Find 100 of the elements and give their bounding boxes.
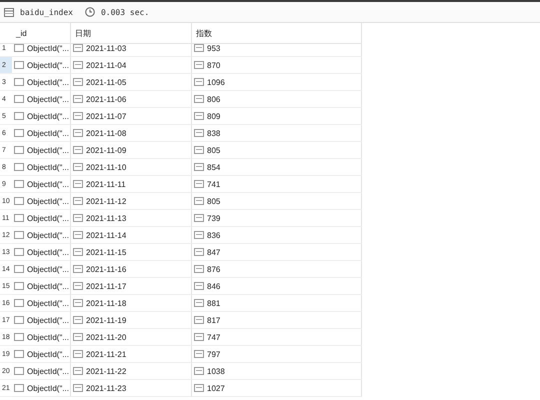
table-cell: ObjectId("... bbox=[27, 146, 69, 154]
table-cell: 2021-11-17 bbox=[86, 282, 126, 290]
field-type-icon bbox=[73, 248, 83, 256]
field-type-icon bbox=[194, 214, 204, 222]
table-cell: 1027 bbox=[207, 384, 225, 392]
table-cell: 881 bbox=[207, 298, 220, 308]
field-type-icon bbox=[73, 231, 83, 239]
field-type-icon bbox=[73, 350, 83, 358]
table-icon bbox=[4, 8, 14, 16]
field-type-icon bbox=[194, 146, 204, 154]
field-type-icon bbox=[73, 146, 83, 154]
field-type-icon bbox=[194, 61, 204, 69]
field-type-icon bbox=[73, 78, 83, 86]
table-cell: ObjectId("... bbox=[27, 298, 69, 308]
table-cell: 806 bbox=[207, 94, 220, 104]
field-type-icon bbox=[194, 299, 204, 307]
table-cell: 809 bbox=[207, 112, 220, 120]
table-cell: ObjectId("... bbox=[27, 78, 69, 86]
field-type-icon bbox=[194, 282, 204, 290]
clock-icon bbox=[84, 7, 95, 17]
table-cell: ObjectId("... bbox=[27, 366, 69, 376]
table-cell: 2021-11-07 bbox=[86, 112, 126, 120]
field-type-icon bbox=[73, 265, 83, 273]
table-cell: 2021-11-04 bbox=[86, 60, 126, 70]
field-type-icon bbox=[194, 180, 204, 188]
field-type-icon bbox=[194, 384, 204, 392]
table-cell: 2021-11-14 bbox=[86, 230, 126, 240]
table-cell: 846 bbox=[207, 282, 220, 290]
table-cell: 741 bbox=[207, 180, 220, 188]
field-type-icon bbox=[194, 78, 204, 86]
table-cell: 2021-11-09 bbox=[86, 146, 126, 154]
field-type-icon bbox=[194, 333, 204, 341]
table-cell: 2021-11-19 bbox=[86, 316, 126, 324]
table-cell: ObjectId("... bbox=[27, 162, 69, 172]
field-type-icon bbox=[194, 265, 204, 273]
field-type-icon bbox=[73, 316, 83, 324]
table-cell: ObjectId("... bbox=[27, 44, 69, 52]
collection-name: baidu_index bbox=[20, 8, 73, 16]
field-type-icon bbox=[194, 350, 204, 358]
table-cell: 953 bbox=[207, 44, 220, 52]
field-type-icon bbox=[194, 248, 204, 256]
column-header[interactable]: 指数 bbox=[196, 28, 212, 38]
table-cell: 1096 bbox=[207, 78, 225, 86]
table-cell: 2021-11-03 bbox=[86, 44, 126, 52]
table-cell: ObjectId("... bbox=[27, 196, 69, 206]
field-type-icon bbox=[73, 129, 83, 137]
table-cell: ObjectId("... bbox=[27, 112, 69, 120]
table-cell: 836 bbox=[207, 230, 220, 240]
table-cell: 1038 bbox=[207, 366, 225, 376]
table-cell: 2021-11-13 bbox=[86, 214, 126, 222]
table-cell: 2021-11-18 bbox=[86, 298, 126, 308]
table-cell: ObjectId("... bbox=[27, 180, 69, 188]
table-cell: ObjectId("... bbox=[27, 316, 69, 324]
column-header[interactable]: 日期 bbox=[75, 28, 91, 38]
table-cell: 2021-11-15 bbox=[86, 248, 126, 256]
field-type-icon bbox=[73, 333, 83, 341]
table-cell: 2021-11-06 bbox=[86, 94, 126, 104]
table-cell: 2021-11-11 bbox=[86, 180, 126, 188]
field-type-icon bbox=[194, 316, 204, 324]
table-cell: 747 bbox=[207, 332, 220, 342]
table-cell: 2021-11-16 bbox=[86, 264, 126, 274]
table-cell: 797 bbox=[207, 350, 220, 358]
table-cell: 2021-11-05 bbox=[86, 78, 126, 86]
field-type-icon bbox=[194, 163, 204, 171]
table-cell: 2021-11-20 bbox=[86, 332, 126, 342]
table-cell: 2021-11-23 bbox=[86, 384, 126, 392]
table-cell: ObjectId("... bbox=[27, 94, 69, 104]
table-cell: ObjectId("... bbox=[27, 264, 69, 274]
field-type-icon bbox=[73, 197, 83, 205]
table-cell: 2021-11-08 bbox=[86, 128, 126, 138]
field-type-icon bbox=[73, 61, 83, 69]
field-type-icon bbox=[194, 112, 204, 120]
table-cell: ObjectId("... bbox=[27, 128, 69, 138]
table-cell: 739 bbox=[207, 214, 220, 222]
table-cell: 2021-11-12 bbox=[86, 196, 126, 206]
table-cell: 838 bbox=[207, 128, 220, 138]
table-cell: 870 bbox=[207, 60, 220, 70]
table-cell: ObjectId("... bbox=[27, 60, 69, 70]
field-type-icon bbox=[73, 282, 83, 290]
table-cell: 805 bbox=[207, 146, 220, 154]
table-cell: 817 bbox=[207, 316, 220, 324]
field-type-icon bbox=[194, 367, 204, 375]
field-type-icon bbox=[73, 214, 83, 222]
field-type-icon bbox=[194, 95, 204, 103]
table-cell: 2021-11-21 bbox=[86, 350, 126, 358]
table-cell: ObjectId("... bbox=[27, 214, 69, 222]
field-type-icon bbox=[73, 299, 83, 307]
table-cell: ObjectId("... bbox=[27, 332, 69, 342]
field-type-icon bbox=[73, 112, 83, 120]
table-cell: 847 bbox=[207, 248, 220, 256]
table-cell: 876 bbox=[207, 264, 220, 274]
field-type-icon bbox=[73, 163, 83, 171]
field-type-icon bbox=[194, 231, 204, 239]
table-cell: ObjectId("... bbox=[27, 350, 69, 358]
field-type-icon bbox=[73, 180, 83, 188]
column-header[interactable]: _id bbox=[16, 28, 27, 38]
table-cell: 805 bbox=[207, 196, 220, 206]
table-cell: ObjectId("... bbox=[27, 384, 69, 392]
table-cell: ObjectId("... bbox=[27, 248, 69, 256]
table-cell: 854 bbox=[207, 162, 220, 172]
